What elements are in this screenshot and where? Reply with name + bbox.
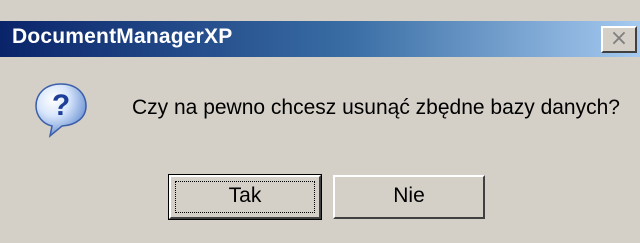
close-icon: × bbox=[609, 26, 629, 51]
question-icon: ? bbox=[35, 83, 87, 138]
focus-rectangle bbox=[175, 181, 315, 213]
window-title: DocumentManagerXP bbox=[12, 25, 233, 48]
svg-text:?: ? bbox=[52, 89, 70, 122]
yes-button[interactable]: Tak bbox=[168, 174, 322, 220]
title-bar[interactable]: DocumentManagerXP bbox=[0, 21, 640, 57]
no-button-label: Nie bbox=[393, 184, 425, 207]
close-button[interactable]: × bbox=[601, 26, 637, 53]
no-button[interactable]: Nie bbox=[333, 175, 485, 219]
confirmation-message: Czy na pewno chcesz usunąć zbędne bazy d… bbox=[132, 96, 620, 119]
window-top-edge bbox=[0, 0, 640, 21]
